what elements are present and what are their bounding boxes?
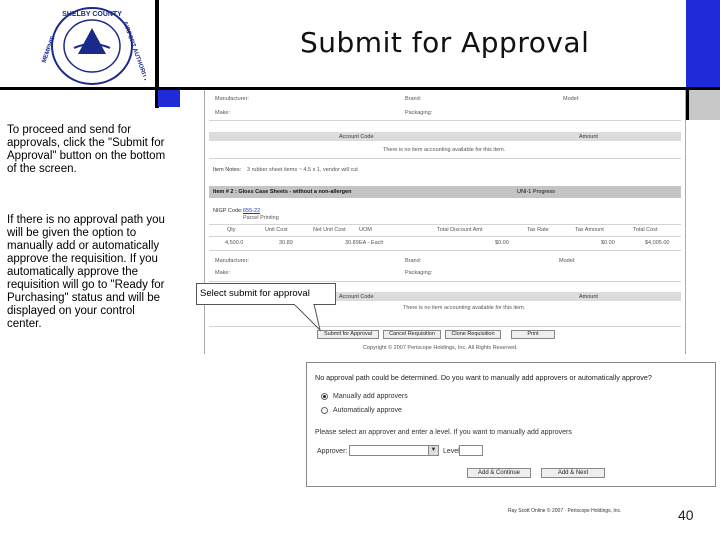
account-code-header-2: Account Code [339, 294, 374, 300]
slide-title: Submit for Approval [300, 26, 590, 59]
col-unit-cost: Unit Cost [265, 227, 288, 233]
option-manual-label: Manually add approvers [333, 393, 408, 400]
radio-auto-approve[interactable] [321, 407, 328, 414]
print-button[interactable]: Print [511, 330, 555, 339]
level-input[interactable] [459, 445, 483, 456]
account-header [209, 132, 681, 141]
add-and-next-button[interactable]: Add & Next [541, 468, 605, 478]
packaging-label-2: Packaging: [405, 270, 433, 276]
amount-header: Amount [579, 134, 598, 140]
approver-label: Approver: [317, 448, 348, 455]
model-label: Model: [563, 96, 580, 102]
nigp-description: Parcel Printing [243, 215, 279, 221]
item-notes-label: Item Notes: [213, 167, 242, 173]
manufacturer-label: Manufacturer: [215, 96, 249, 102]
callout-box: Select submit for approval [196, 283, 336, 305]
col-qty: Qty [227, 227, 236, 233]
blue-square-right [686, 0, 720, 87]
clone-requisition-button[interactable]: Clone Requisition [445, 330, 501, 339]
approval-path-dialog: No approval path could be determined. Do… [306, 362, 716, 487]
logo-text-top: SHELBY COUNTY [62, 11, 122, 18]
model-label-2: Model: [559, 258, 576, 264]
airport-authority-logo: SHELBY COUNTY AIRPORT AUTHORITY MEMPHIS [41, 7, 146, 85]
cell-tax-amount: $0.00 [601, 240, 615, 246]
cell-uom: EA - Each [359, 240, 384, 246]
footer-credit: Ray Scott Online © 2007 · Periscope Hold… [508, 508, 622, 514]
option-auto-label: Automatically approve [333, 407, 402, 414]
callout-pointer [293, 304, 321, 332]
col-net-unit-cost: Net Unit Cost [313, 227, 346, 233]
col-total-cost: Total Cost [633, 227, 658, 233]
col-tax-amount: Tax Amount [575, 227, 604, 233]
col-uom: UOM [359, 227, 372, 233]
chevron-down-icon: ▼ [428, 446, 438, 455]
brand-label-2: Brand: [405, 258, 422, 264]
nigp-code-link[interactable]: 655-22 [243, 208, 260, 214]
page-number: 40 [678, 507, 694, 523]
cell-unit-cost: 30.89 [279, 240, 293, 246]
select-approver-prompt: Please select an approver and enter a le… [315, 429, 572, 436]
item2-status: UNI-1 Progress [517, 189, 555, 195]
nigp-label: NIGP Code: [213, 208, 243, 214]
logo-text-right: AIRPORT AUTHORITY [121, 21, 146, 83]
add-and-continue-button[interactable]: Add & Continue [467, 468, 531, 478]
account-code-header: Account Code [339, 134, 374, 140]
radio-manual-approvers[interactable] [321, 393, 328, 400]
requisition-screenshot: Manufacturer: Brand: Model: Make: Packag… [204, 90, 686, 354]
cell-total-cost: $4,005.00 [645, 240, 670, 246]
instruction-paragraph-2: If there is no approval path you will be… [7, 214, 165, 330]
amount-header-2: Amount [579, 294, 598, 300]
instruction-paragraph-1: To proceed and send for approvals, click… [7, 124, 166, 175]
cell-net-unit-cost: 30.89 [345, 240, 359, 246]
cancel-requisition-button[interactable]: Cancel Requisition [383, 330, 441, 339]
blue-square-left [158, 90, 180, 107]
approver-select[interactable]: ▼ [349, 445, 439, 456]
make-label-2: Make: [215, 270, 230, 276]
col-tax-rate: Tax Rate [527, 227, 549, 233]
item-notes-value: 3 rubber sheet items ~ 4.5 x 1, vendor w… [247, 167, 358, 173]
item2-title: Item # 2 : Gloss Case Sheets - without a… [213, 189, 352, 195]
packaging-label: Packaging: [405, 110, 433, 116]
copyright-text: Copyright © 2007 Periscope Holdings, Inc… [363, 345, 518, 351]
cell-qty: 4,500.0 [225, 240, 244, 246]
dialog-question: No approval path could be determined. Do… [315, 373, 652, 382]
col-total-discount: Total Discount Amt [437, 227, 483, 233]
gray-block-right [689, 90, 720, 120]
brand-label: Brand: [405, 96, 422, 102]
no-accounting-text-2: There is no item accounting available fo… [403, 305, 526, 311]
make-label: Make: [215, 110, 230, 116]
no-accounting-text: There is no item accounting available fo… [383, 147, 506, 153]
cell-discount: $0.00 [495, 240, 509, 246]
manufacturer-label-2: Manufacturer: [215, 258, 249, 264]
